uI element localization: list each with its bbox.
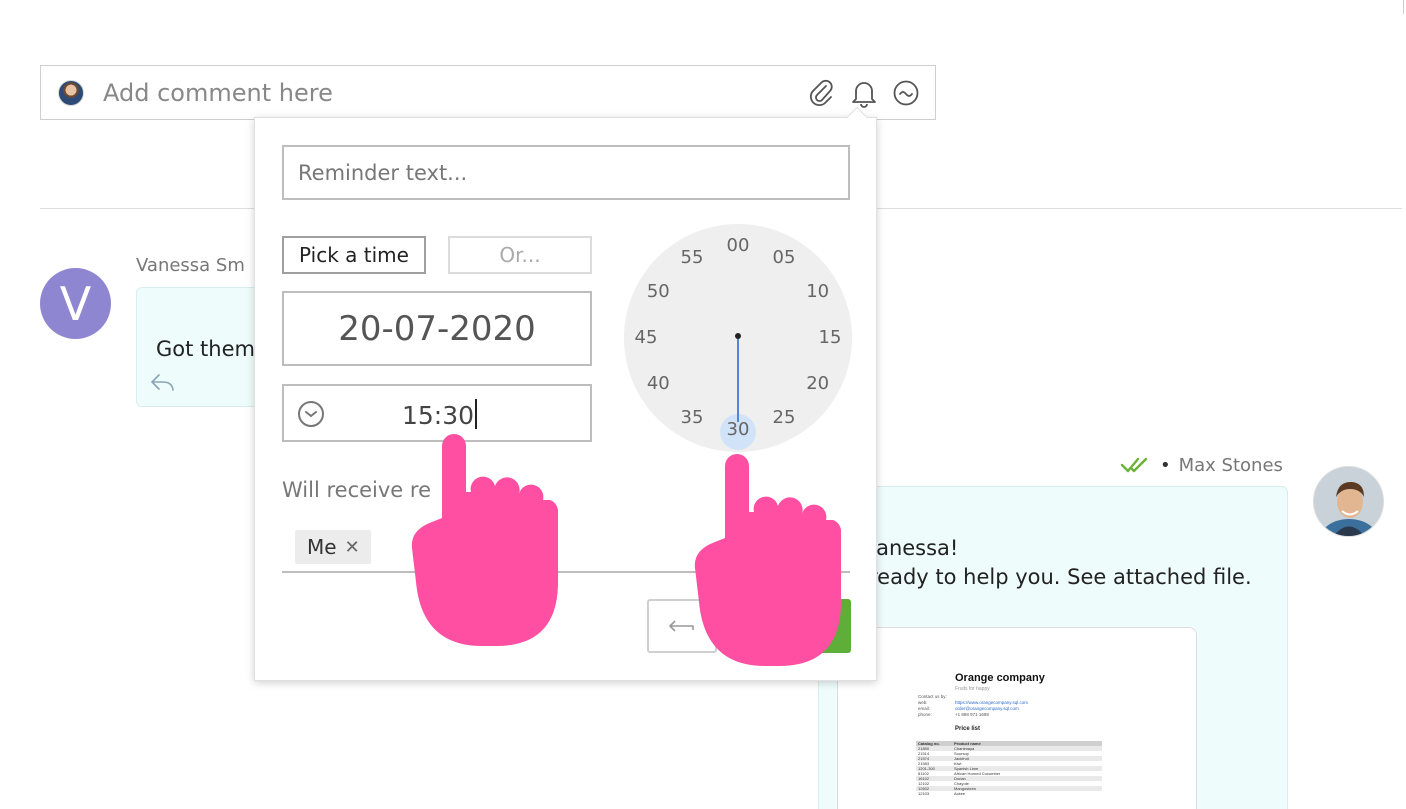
message-meta: • Max Stones [1120, 452, 1283, 478]
clock-number-50[interactable]: 50 [640, 280, 676, 304]
doc-contact-label: phone: [918, 712, 932, 717]
meta-separator: • [1160, 454, 1171, 476]
comment-input[interactable]: Add comment here [103, 76, 753, 110]
receivers-label: Will receive re [282, 478, 431, 502]
clock-number-20[interactable]: 20 [800, 372, 836, 396]
clock-number-15[interactable]: 15 [812, 326, 848, 350]
doc-contact-value: order@orangecompany.sql.com [955, 706, 1019, 711]
recipient-chip: Me ✕ [295, 530, 371, 564]
doc-contact-value: https://www.orangecompany.sql.com [955, 700, 1028, 705]
clock-hand [737, 336, 739, 422]
pick-a-time-tab[interactable]: Pick a time [282, 236, 426, 274]
recipient-name: Me [307, 535, 337, 559]
paperclip-icon[interactable] [807, 78, 837, 108]
time-value[interactable]: 15:30 [402, 399, 478, 430]
window-edge-divider [1403, 0, 1404, 14]
current-user-avatar [58, 80, 84, 106]
clock-number-25[interactable]: 25 [766, 406, 802, 430]
time-text: 15:30 [402, 401, 475, 430]
doc-subtitle: Fruits for happy [955, 686, 990, 692]
sender-name: Vanessa Sm [136, 255, 245, 276]
reply-icon[interactable] [149, 372, 175, 392]
clock-number-05[interactable]: 05 [766, 246, 802, 270]
doc-contact-label: Contact us by: [918, 694, 947, 699]
doc-section-title: Price list [955, 726, 981, 732]
doc-price-table: Catalog no. Product name 21890 Chanimaya 2… [916, 741, 1102, 796]
doc-table-row: 12103 Ackee [916, 791, 1102, 796]
message-text: Got them [156, 337, 255, 361]
reminder-text-input[interactable]: Reminder text... [282, 145, 850, 200]
date-field[interactable]: 20-07-2020 [282, 291, 592, 366]
doc-contacts: Contact us by: web: https://www.orangecom… [918, 694, 1028, 718]
sender-avatar-max [1313, 466, 1384, 537]
clock-center-dot [735, 333, 741, 339]
doc-cell: Ackee [954, 791, 966, 796]
clock-number-00[interactable]: 00 [720, 234, 756, 258]
clock-number-10[interactable]: 10 [800, 280, 836, 304]
clock-number-40[interactable]: 40 [640, 372, 676, 396]
or-tab[interactable]: Or... [448, 236, 592, 274]
pointer-hand-icon [694, 454, 842, 666]
clock-icon [297, 400, 325, 428]
pointer-hand-icon [411, 434, 559, 646]
doc-title: Orange company [955, 672, 1045, 684]
doc-contact-value: +1 888 971 1698 [955, 712, 989, 717]
attachment-preview[interactable]: Orange company Fruits for happy Contact … [837, 627, 1197, 809]
message-bubble-max: /anessa! ready to help you. See attached… [818, 486, 1288, 809]
sender-name: Max Stones [1178, 454, 1283, 476]
bell-icon[interactable] [849, 78, 879, 108]
minute-clock-face[interactable]: 00 05 10 15 20 25 30 35 40 45 50 55 [624, 224, 852, 452]
clock-number-30[interactable]: 30 [720, 418, 756, 442]
doc-cell: 12103 [918, 791, 930, 796]
clock-number-45[interactable]: 45 [628, 326, 664, 350]
clock-number-35[interactable]: 35 [674, 406, 710, 430]
text-caret [475, 399, 478, 429]
sender-avatar-vanessa: V [40, 268, 111, 339]
message-text-line-2: ready to help you. See attached file. [869, 565, 1252, 589]
message-text-line-1: /anessa! [869, 536, 959, 560]
smiley-icon[interactable] [891, 78, 921, 108]
clock-number-55[interactable]: 55 [674, 246, 710, 270]
comment-composer: Add comment here [40, 65, 936, 120]
remove-recipient-icon[interactable]: ✕ [345, 537, 360, 558]
double-check-icon [1120, 456, 1152, 474]
